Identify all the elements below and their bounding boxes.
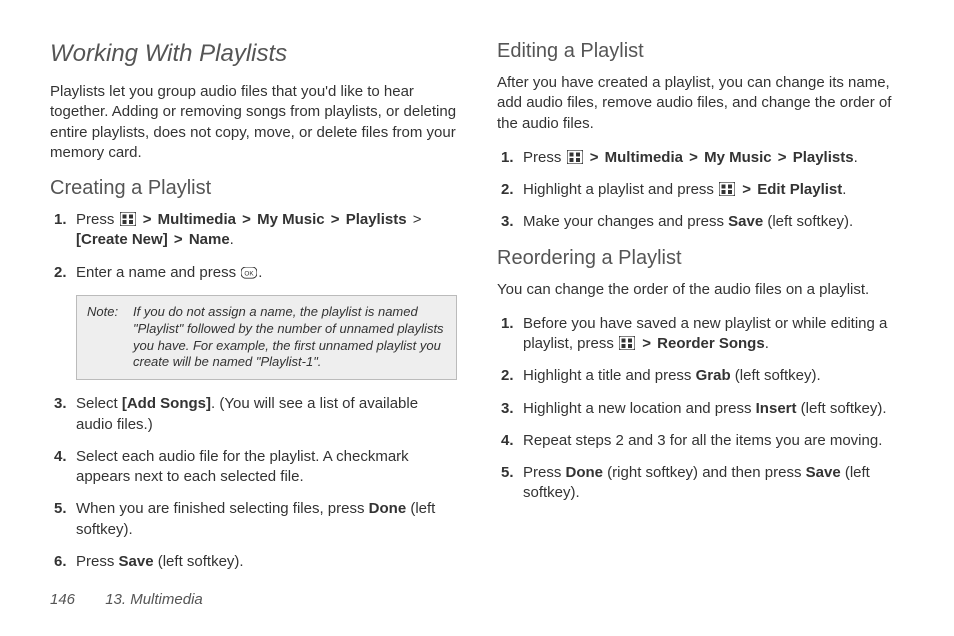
editing-heading: Editing a Playlist: [497, 40, 904, 63]
editing-intro: After you have created a playlist, you c…: [497, 73, 904, 134]
reordering-intro: You can change the order of the audio fi…: [497, 280, 904, 300]
note-label: Note:: [87, 304, 127, 372]
bold-label: Save: [806, 464, 841, 481]
step-text: Highlight a playlist and press: [523, 181, 718, 198]
creating-heading: Creating a Playlist: [50, 177, 457, 200]
bold-label: Save: [728, 213, 763, 230]
step-text: Highlight a new location and press: [523, 400, 756, 417]
separator: >: [331, 210, 340, 230]
separator: >: [778, 148, 787, 168]
step-text: .: [842, 181, 846, 198]
menu-icon: [120, 212, 136, 226]
list-item: Highlight a playlist and press > Edit Pl…: [497, 180, 904, 200]
nav-item: Name: [189, 231, 230, 248]
bold-label: Grab: [696, 367, 731, 384]
step-text: Press: [523, 464, 566, 481]
step-suffix: .: [230, 231, 234, 248]
step-text: Highlight a title and press: [523, 367, 696, 384]
svg-text:OK: OK: [245, 271, 255, 278]
list-item: Before you have saved a new playlist or …: [497, 314, 904, 355]
creating-steps-cont: Select [Add Songs]. (You will see a list…: [50, 394, 457, 572]
list-item: Press > Multimedia > My Music > Playlist…: [497, 148, 904, 168]
bold-label: [Add Songs]: [122, 395, 211, 412]
separator: >: [642, 334, 651, 354]
bold-label: Edit Playlist: [757, 181, 842, 198]
separator: >: [742, 180, 751, 200]
ok-icon: OK: [241, 265, 257, 279]
list-item: Enter a name and press OK.: [50, 263, 457, 283]
step-text: (left softkey).: [154, 553, 244, 570]
step-text: Make your changes and press: [523, 213, 728, 230]
step-text: Press: [76, 553, 119, 570]
intro-paragraph: Playlists let you group audio files that…: [50, 82, 457, 163]
separator: >: [242, 210, 251, 230]
step-text: Press: [523, 149, 566, 166]
note-box: Note: If you do not assign a name, the p…: [76, 295, 457, 381]
nav-item: Multimedia: [158, 211, 236, 228]
list-item: Repeat steps 2 and 3 for all the items y…: [497, 431, 904, 451]
nav-item: Playlists: [346, 211, 407, 228]
reordering-heading: Reordering a Playlist: [497, 247, 904, 270]
left-column: Working With Playlists Playlists let you…: [50, 40, 457, 570]
note-text: If you do not assign a name, the playlis…: [133, 304, 446, 372]
bold-label: Done: [369, 500, 407, 517]
page-footer: 146 13. Multimedia: [50, 591, 203, 608]
separator: >: [143, 210, 152, 230]
creating-steps: Press > Multimedia > My Music > Playlist…: [50, 210, 457, 283]
separator: >: [590, 148, 599, 168]
nav-item: [Create New]: [76, 231, 168, 248]
editing-steps: Press > Multimedia > My Music > Playlist…: [497, 148, 904, 233]
list-item: Press Save (left softkey).: [50, 552, 457, 572]
step-text: (left softkey).: [731, 367, 821, 384]
step-text: When you are finished selecting files, p…: [76, 500, 369, 517]
separator: >: [413, 210, 422, 230]
page-number: 146: [50, 591, 75, 608]
list-item: Press Done (right softkey) and then pres…: [497, 463, 904, 504]
list-item: Select each audio file for the playlist.…: [50, 447, 457, 488]
nav-item: Playlists: [793, 149, 854, 166]
step-text: Press: [76, 211, 119, 228]
nav-item: Multimedia: [605, 149, 683, 166]
nav-item: My Music: [704, 149, 772, 166]
reordering-steps: Before you have saved a new playlist or …: [497, 314, 904, 504]
list-item: Select [Add Songs]. (You will see a list…: [50, 394, 457, 435]
bold-label: Done: [566, 464, 604, 481]
list-item: When you are finished selecting files, p…: [50, 499, 457, 540]
page-title: Working With Playlists: [50, 40, 457, 68]
list-item: Highlight a title and press Grab (left s…: [497, 366, 904, 386]
menu-icon: [719, 182, 735, 196]
list-item: Make your changes and press Save (left s…: [497, 212, 904, 232]
right-column: Editing a Playlist After you have create…: [497, 40, 904, 570]
separator: >: [689, 148, 698, 168]
step-text: (left softkey).: [763, 213, 853, 230]
bold-label: Reorder Songs: [657, 335, 765, 352]
menu-icon: [619, 336, 635, 350]
list-item: Press > Multimedia > My Music > Playlist…: [50, 210, 457, 251]
list-item: Highlight a new location and press Inser…: [497, 399, 904, 419]
bold-label: Insert: [756, 400, 797, 417]
bold-label: Save: [119, 553, 154, 570]
section-label: 13. Multimedia: [105, 591, 203, 608]
separator: >: [174, 230, 183, 250]
step-text: Enter a name and press: [76, 264, 240, 281]
menu-icon: [567, 150, 583, 164]
step-text: (left softkey).: [797, 400, 887, 417]
content-columns: Working With Playlists Playlists let you…: [50, 40, 904, 570]
step-suffix: .: [854, 149, 858, 166]
nav-item: My Music: [257, 211, 325, 228]
step-text: (right softkey) and then press: [603, 464, 806, 481]
step-text: .: [765, 335, 769, 352]
step-text: Select: [76, 395, 122, 412]
